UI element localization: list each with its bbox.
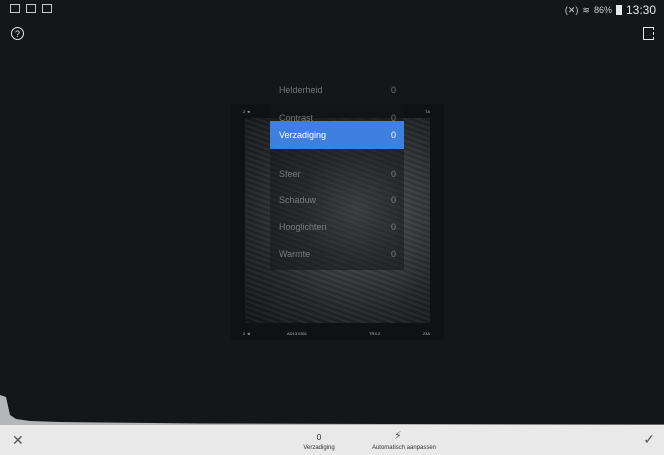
menu-item-warmte[interactable]: Warmte 0 [270,240,404,268]
menu-item-value: 0 [390,222,396,232]
menu-item-label: Schaduw [279,195,317,205]
menu-item-label: Sfeer [279,169,301,179]
compare-icon[interactable] [643,27,654,40]
notification-icons [10,4,52,13]
menu-item-helderheid[interactable]: Helderheid 0 [270,76,404,104]
film-marking: 2 ◄ [243,109,251,114]
wifi-icon: ≋ [582,4,590,15]
status-bar: (✕) ≋ 86% 13:30 [0,0,664,20]
menu-item-value: 0 [390,130,396,140]
adjustment-menu: Helderheid 0 Contrast 0 Verzadiging 0 Sf… [270,74,404,270]
help-icon[interactable]: ? [11,27,24,40]
histogram [0,395,664,425]
battery-percent: 86% [593,5,612,15]
cancel-button[interactable]: ✕ [12,432,24,449]
mail-icon [26,4,36,13]
mail-icon [42,4,52,13]
system-status: (✕) ≋ 86% 13:30 [565,3,656,17]
signal-indicator: (✕) [564,4,579,15]
clock: 13:30 [625,3,656,17]
auto-adjust-button[interactable]: Automatisch aanpassen [354,445,454,451]
current-value: 0 [316,433,322,442]
film-marking: AD13 0301 [287,331,308,336]
film-marking: 23А [422,331,430,336]
menu-item-value: 0 [390,249,396,259]
film-marking: 2 ◄ [243,331,251,336]
battery-icon [615,5,622,15]
film-marking: 7А [425,109,430,114]
menu-item-schaduw[interactable]: Schaduw 0 [270,186,404,214]
magic-wand-icon[interactable]: ⚡︎ [394,429,402,442]
image-icon [10,4,20,13]
film-marking: TRX 2 [369,331,381,336]
menu-item-value: 0 [390,169,396,179]
bottom-toolbar: ✕ 0 Verzadiging ⚡︎ Automatisch aanpassen… [0,425,664,455]
histogram-curve [0,395,664,425]
menu-item-label: Warmte [279,249,311,259]
menu-item-value: 0 [390,195,396,205]
menu-item-hooglichten[interactable]: Hooglichten 0 [270,213,404,241]
menu-item-label: Helderheid [279,85,323,95]
menu-item-verzadiging[interactable]: Verzadiging 0 [270,121,404,149]
menu-item-label: Verzadiging [279,130,327,140]
current-adjustment-label[interactable]: Verzadiging [289,445,349,451]
menu-item-sfeer[interactable]: Sfeer 0 [270,160,404,188]
confirm-button[interactable]: ✓ [643,431,655,448]
menu-item-value: 0 [390,85,396,95]
menu-item-label: Hooglichten [279,222,327,232]
